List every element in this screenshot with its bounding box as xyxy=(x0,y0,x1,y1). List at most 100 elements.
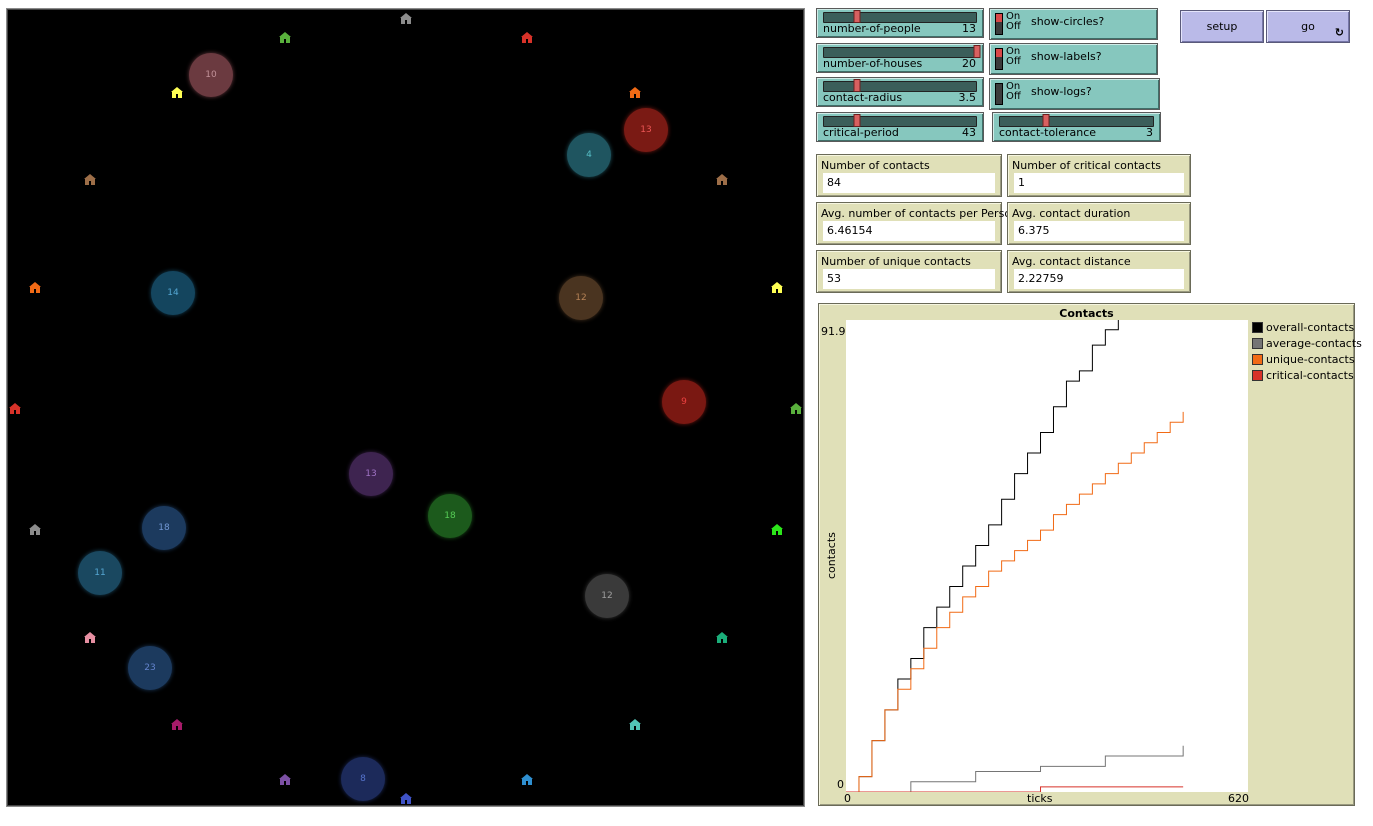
switch-label: show-circles? xyxy=(1031,15,1105,28)
person-agent: 18 xyxy=(428,494,472,538)
person-agent: 14 xyxy=(151,271,195,315)
plot-x-min: 0 xyxy=(844,792,851,805)
slider-label: number-of-people xyxy=(823,22,921,35)
slider-label: critical-period xyxy=(823,126,899,139)
person-agent: 11 xyxy=(78,551,122,595)
switch-knob[interactable] xyxy=(995,83,1003,105)
slider-value: 13 xyxy=(962,22,976,35)
house-icon xyxy=(279,774,291,786)
monitor-label: Number of critical contacts xyxy=(1012,159,1162,172)
series-line-average-contacts xyxy=(846,745,1184,792)
series-line-critical-contacts xyxy=(846,786,1184,792)
legend-label: average-contacts xyxy=(1266,337,1362,350)
switch-label: show-logs? xyxy=(1031,85,1092,98)
switch-knob[interactable] xyxy=(995,13,1003,35)
plot-curves xyxy=(846,320,1184,792)
house-icon xyxy=(29,282,41,294)
slider-value: 43 xyxy=(962,126,976,139)
plot-title: Contacts xyxy=(1059,307,1114,320)
slider-contact-tolerance[interactable]: contact-tolerance 3 xyxy=(992,112,1161,142)
legend-swatch xyxy=(1252,370,1263,381)
person-agent: 9 xyxy=(662,380,706,424)
slider-value: 3.5 xyxy=(958,91,977,104)
switch-label: show-labels? xyxy=(1031,50,1102,63)
monitor-number-of-contacts: Number of contacts 84 xyxy=(816,154,1002,197)
house-icon xyxy=(400,13,412,25)
switch-show-logs[interactable]: On Off show-logs? xyxy=(989,78,1160,110)
monitor-label: Avg. number of contacts per Person xyxy=(821,207,1019,220)
person-label: 9 xyxy=(681,397,687,407)
plot-x-label: ticks xyxy=(1027,792,1053,805)
house-icon xyxy=(279,32,291,44)
switch-show-labels[interactable]: On Off show-labels? xyxy=(989,43,1158,75)
monitor-avg-contact-duration: Avg. contact duration 6.375 xyxy=(1007,202,1191,245)
slider-critical-period[interactable]: critical-period 43 xyxy=(816,112,984,142)
legend-label: overall-contacts xyxy=(1266,321,1355,334)
person-label: 18 xyxy=(444,511,456,521)
slider-number-of-people[interactable]: number-of-people 13 xyxy=(816,8,984,38)
person-label: 12 xyxy=(601,591,613,601)
series-line-unique-contacts xyxy=(846,411,1184,792)
person-label: 13 xyxy=(365,469,377,479)
person-agent: 13 xyxy=(349,452,393,496)
monitor-label: Number of unique contacts xyxy=(821,255,971,268)
monitor-value: 2.22759 xyxy=(1014,269,1184,289)
house-icon xyxy=(9,403,21,415)
house-icon xyxy=(790,403,802,415)
person-agent: 23 xyxy=(128,646,172,690)
legend-label: unique-contacts xyxy=(1266,353,1355,366)
world-view[interactable]: 10 13 4 14 12 9 13 18 18 11 12 23 8 xyxy=(6,8,805,807)
house-icon xyxy=(629,87,641,99)
forever-icon: ↻ xyxy=(1334,26,1344,39)
slider-label: number-of-houses xyxy=(823,57,923,70)
monitor-number-of-critical-contacts: Number of critical contacts 1 xyxy=(1007,154,1191,197)
person-label: 12 xyxy=(575,293,587,303)
switch-knob[interactable] xyxy=(995,48,1003,70)
contacts-plot[interactable]: Contacts 91.9 0 contacts 0 ticks 620 ove… xyxy=(818,303,1362,806)
house-icon xyxy=(771,524,783,536)
slider-value: 20 xyxy=(962,57,976,70)
house-icon xyxy=(629,719,641,731)
setup-button[interactable]: setup xyxy=(1180,10,1264,43)
house-icon xyxy=(716,632,728,644)
legend-swatch xyxy=(1252,322,1263,333)
plot-x-max: 620 xyxy=(1228,792,1249,805)
person-label: 14 xyxy=(167,288,179,298)
house-icon xyxy=(171,719,183,731)
person-agent: 4 xyxy=(567,133,611,177)
person-agent: 12 xyxy=(585,574,629,618)
setup-button-label: setup xyxy=(1206,20,1238,33)
monitor-avg-contact-distance: Avg. contact distance 2.22759 xyxy=(1007,250,1191,293)
slider-value: 3 xyxy=(1146,126,1153,139)
person-agent: 12 xyxy=(559,276,603,320)
house-icon xyxy=(84,632,96,644)
house-icon xyxy=(29,524,41,536)
switch-off-label: Off xyxy=(1006,91,1021,102)
person-label: 11 xyxy=(94,568,106,578)
house-icon xyxy=(84,174,96,186)
person-label: 10 xyxy=(205,70,217,80)
house-icon xyxy=(400,793,412,805)
person-agent: 18 xyxy=(142,506,186,550)
slider-contact-radius[interactable]: contact-radius 3.5 xyxy=(816,77,984,107)
monitor-label: Avg. contact distance xyxy=(1012,255,1131,268)
person-agent: 13 xyxy=(624,108,668,152)
monitor-label: Avg. contact duration xyxy=(1012,207,1131,220)
house-icon xyxy=(716,174,728,186)
plot-y-min: 0 xyxy=(837,778,844,791)
monitor-value: 53 xyxy=(823,269,995,289)
plot-y-max: 91.9 xyxy=(821,325,846,338)
slider-label: contact-tolerance xyxy=(999,126,1097,139)
go-button[interactable]: go ↻ xyxy=(1266,10,1350,43)
monitor-value: 6.375 xyxy=(1014,221,1184,241)
switch-show-circles[interactable]: On Off show-circles? xyxy=(989,8,1158,40)
slider-number-of-houses[interactable]: number-of-houses 20 xyxy=(816,43,984,73)
person-label: 23 xyxy=(144,663,156,673)
house-icon xyxy=(521,32,533,44)
monitor-label: Number of contacts xyxy=(821,159,930,172)
slider-label: contact-radius xyxy=(823,91,903,104)
plot-area xyxy=(846,320,1248,792)
house-icon xyxy=(521,774,533,786)
house-icon xyxy=(771,282,783,294)
person-agent: 10 xyxy=(189,53,233,97)
